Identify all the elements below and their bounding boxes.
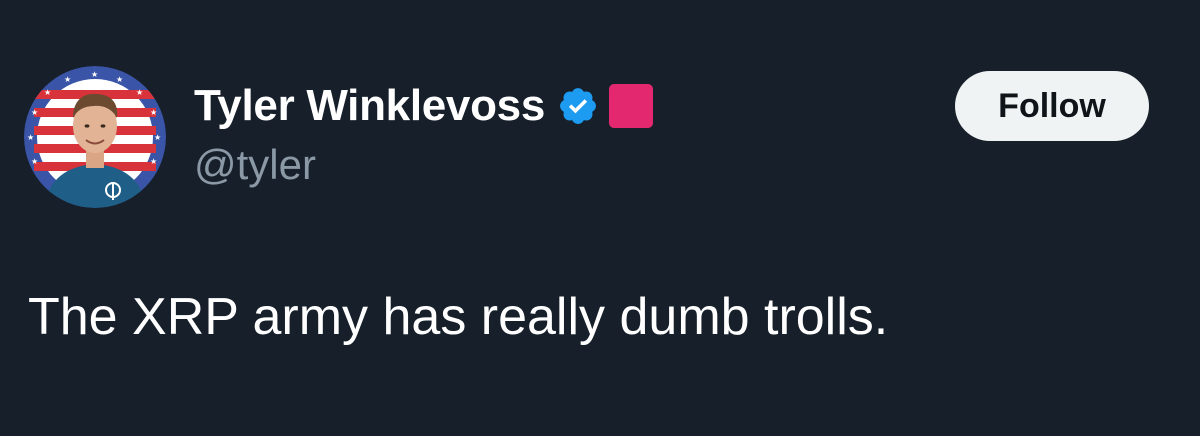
tweet-text: The XRP army has really dumb trolls.	[28, 288, 889, 346]
svg-text:★: ★	[31, 108, 38, 117]
svg-text:★: ★	[31, 157, 38, 166]
svg-text:★: ★	[150, 157, 157, 166]
follow-button[interactable]: Follow	[955, 71, 1149, 141]
svg-text:★: ★	[154, 133, 161, 142]
svg-text:★: ★	[64, 75, 71, 84]
user-handle[interactable]: @tyler	[194, 144, 316, 186]
display-name[interactable]: Tyler Winklevoss	[194, 84, 545, 128]
avatar-image: ★ ★ ★ ★ ★ ★ ★ ★ ★ ★ ★	[24, 66, 166, 208]
svg-text:★: ★	[136, 88, 143, 97]
svg-text:★: ★	[44, 88, 51, 97]
author-name-row: Tyler Winklevoss	[194, 76, 654, 136]
affiliate-badge-icon[interactable]	[609, 84, 654, 128]
svg-text:★: ★	[91, 70, 98, 79]
svg-text:★: ★	[27, 133, 34, 142]
tweet-card: ★ ★ ★ ★ ★ ★ ★ ★ ★ ★ ★ Tyler Winklevoss @…	[0, 0, 1200, 436]
avatar[interactable]: ★ ★ ★ ★ ★ ★ ★ ★ ★ ★ ★	[24, 66, 166, 208]
verified-badge-icon[interactable]	[557, 85, 599, 127]
svg-text:★: ★	[116, 75, 123, 84]
svg-text:★: ★	[150, 108, 157, 117]
